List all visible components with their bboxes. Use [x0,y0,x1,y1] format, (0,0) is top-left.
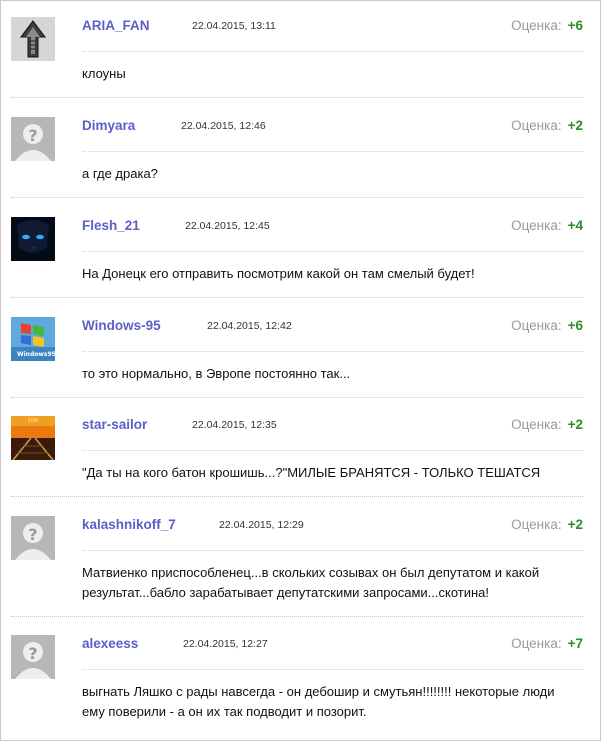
comment-item: Flesh_21 22.04.2015, 12:45 Оценка: +4 На … [11,217,583,298]
svg-text:?: ? [28,525,37,544]
comment-text: "Да ты на кого батон крошишь...?"МИЛЫЕ Б… [82,465,541,480]
comment-date: 22.04.2015, 13:11 [192,20,276,32]
rating: Оценка: +2 [511,417,583,432]
comment-date: 22.04.2015, 12:46 [181,120,266,132]
comment-text: На Донецк его отправить посмотрим какой … [82,266,475,281]
comment-date: 22.04.2015, 12:27 [183,638,268,650]
rating-label: Оценка: [511,417,562,432]
rating: Оценка: +2 [511,517,583,532]
comment-item: ? Dimyara 22.04.2015, 12:46 Оценка: +2 а … [11,117,583,198]
author-link[interactable]: Flesh_21 [82,218,140,233]
rating: Оценка: +2 [511,118,583,133]
rating: Оценка: +6 [511,318,583,333]
comment-text: Матвиенко приспособленец...в скольких со… [82,565,540,600]
svg-text:?: ? [28,644,37,663]
comment-item: ARIA_FAN 22.04.2015, 13:11 Оценка: +6 кло… [11,17,583,98]
comment-date: 22.04.2015, 12:42 [207,320,292,332]
svg-text:?: ? [28,126,37,145]
panther-avatar-icon[interactable] [11,217,55,261]
rating-score: +2 [567,517,583,532]
svg-text:STAR: STAR [28,418,38,423]
comment-item: ? kalashnikoff_7 22.04.2015, 12:29 Оценк… [11,516,583,617]
default-avatar-icon[interactable]: ? [11,117,55,161]
rating: Оценка: +4 [511,218,583,233]
rating-label: Оценка: [511,517,562,532]
author-link[interactable]: Dimyara [82,118,135,133]
comment-text: выгнать Ляшко с рады навсегда - он дебош… [82,684,555,719]
comment-date: 22.04.2015, 12:35 [192,419,277,431]
railway-sunset-avatar-icon[interactable]: STAR [11,416,55,460]
rating-label: Оценка: [511,318,562,333]
comment-header: kalashnikoff_7 22.04.2015, 12:29 Оценка:… [82,516,583,551]
comment-text: клоуны [82,66,126,81]
comment-header: star-sailor 22.04.2015, 12:35 Оценка: +2 [82,416,583,451]
comment-date: 22.04.2015, 12:29 [219,519,304,531]
author-link[interactable]: kalashnikoff_7 [82,517,176,532]
svg-text:Windows95: Windows95 [17,351,55,358]
windows95-avatar-icon[interactable]: Windows95 [11,317,55,361]
comment-date: 22.04.2015, 12:45 [185,220,270,232]
rating: Оценка: +6 [511,18,583,33]
comment-item: Windows95 Windows-95 22.04.2015, 12:42 О… [11,317,583,398]
comment-header: Windows-95 22.04.2015, 12:42 Оценка: +6 [82,317,583,352]
rating-score: +2 [567,118,583,133]
comment-header: Dimyara 22.04.2015, 12:46 Оценка: +2 [82,117,583,152]
rating-label: Оценка: [511,218,562,233]
rating-label: Оценка: [511,118,562,133]
comments-panel: ARIA_FAN 22.04.2015, 13:11 Оценка: +6 кло… [0,0,601,741]
author-link[interactable]: ARIA_FAN [82,18,150,33]
comment-header: Flesh_21 22.04.2015, 12:45 Оценка: +4 [82,217,583,252]
rating-score: +2 [567,417,583,432]
arrow-avatar-icon[interactable] [11,17,55,61]
rating-score: +6 [567,318,583,333]
rating-score: +7 [567,636,583,651]
author-link[interactable]: Windows-95 [82,318,161,333]
comment-header: alexeess 22.04.2015, 12:27 Оценка: +7 [82,635,583,670]
default-avatar-icon[interactable]: ? [11,516,55,560]
comment-text: а где драка? [82,166,158,181]
comment-item: ? alexeess 22.04.2015, 12:27 Оценка: +7 в… [11,635,583,725]
rating-label: Оценка: [511,636,562,651]
rating: Оценка: +7 [511,636,583,651]
author-link[interactable]: alexeess [82,636,138,651]
comment-item: STAR star-sailor 22.04.2015, 12:35 Оценк… [11,416,583,497]
default-avatar-icon[interactable]: ? [11,635,55,679]
rating-label: Оценка: [511,18,562,33]
comment-text: то это нормально, в Эвропе постоянно так… [82,366,351,381]
rating-score: +6 [567,18,583,33]
comment-header: ARIA_FAN 22.04.2015, 13:11 Оценка: +6 [82,17,583,52]
author-link[interactable]: star-sailor [82,417,147,432]
rating-score: +4 [567,218,583,233]
